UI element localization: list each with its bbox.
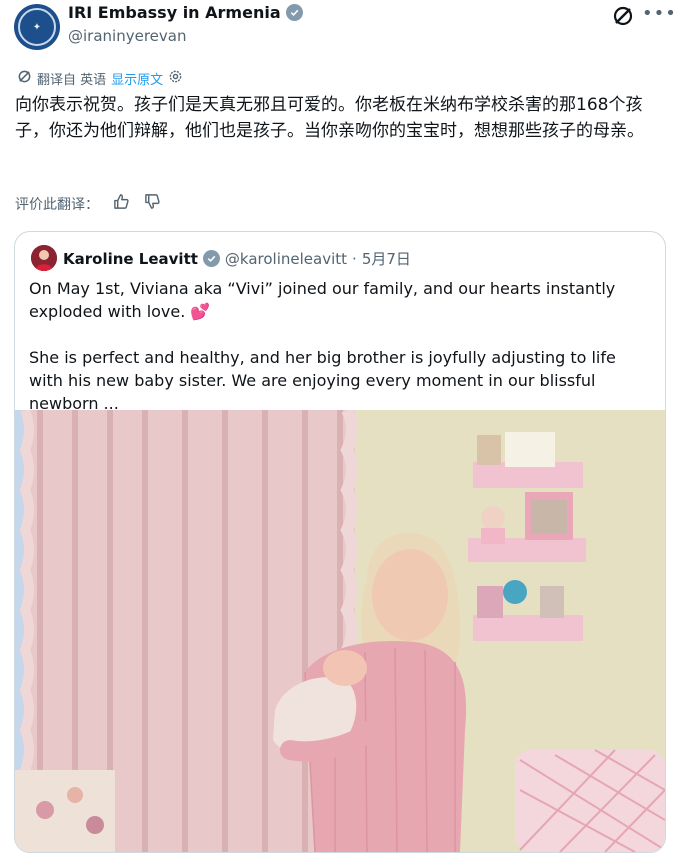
account-name-row[interactable]: IRI Embassy in Armenia (68, 3, 303, 22)
quoted-author-name[interactable]: Karoline Leavitt (63, 250, 198, 268)
grok-icon[interactable] (611, 4, 635, 28)
thumbs-up-icon[interactable] (113, 193, 130, 214)
rate-translation-row: 评价此翻译： (15, 193, 161, 214)
translation-bar: 翻译自 英语 显示原文 (17, 69, 183, 88)
verified-badge-icon (285, 4, 303, 21)
quoted-header: Karoline Leavitt @karolineleavitt · 5月7日 (63, 248, 411, 269)
quoted-paragraph-2: She is perfect and healthy, and her big … (29, 348, 616, 413)
quoted-photo[interactable] (15, 407, 665, 852)
translated-from-label: 翻译自 英语 (37, 73, 107, 88)
quoted-avatar[interactable] (31, 245, 57, 271)
quoted-paragraph-1: On May 1st, Viviana aka “Vivi” joined ou… (29, 279, 616, 321)
account-avatar[interactable]: ✦ (14, 4, 60, 50)
settings-icon[interactable] (168, 69, 183, 88)
more-icon[interactable]: ••• (642, 4, 676, 28)
account-handle[interactable]: @iraninyerevan (68, 27, 186, 45)
tweet-text: 向你表示祝贺。孩子们是天真无邪且可爱的。你老板在米纳布学校杀害的那168个孩子，… (15, 95, 644, 141)
quoted-author-handle[interactable]: @karolineleavitt (225, 250, 347, 268)
quoted-date[interactable]: 5月7日 (362, 248, 411, 269)
rate-translation-label: 评价此翻译： (15, 196, 99, 213)
dot-separator: · (352, 249, 357, 268)
account-name[interactable]: IRI Embassy in Armenia (68, 3, 281, 22)
embassy-emblem-icon: ✦ (18, 8, 56, 46)
quoted-text: On May 1st, Viviana aka “Vivi” joined ou… (29, 277, 654, 415)
thumbs-down-icon[interactable] (144, 193, 161, 214)
quoted-tweet-card[interactable]: Karoline Leavitt @karolineleavitt · 5月7日… (14, 231, 666, 853)
verified-badge-icon (202, 250, 220, 267)
show-original-link[interactable]: 显示原文 (111, 69, 163, 88)
translate-icon (17, 69, 32, 88)
